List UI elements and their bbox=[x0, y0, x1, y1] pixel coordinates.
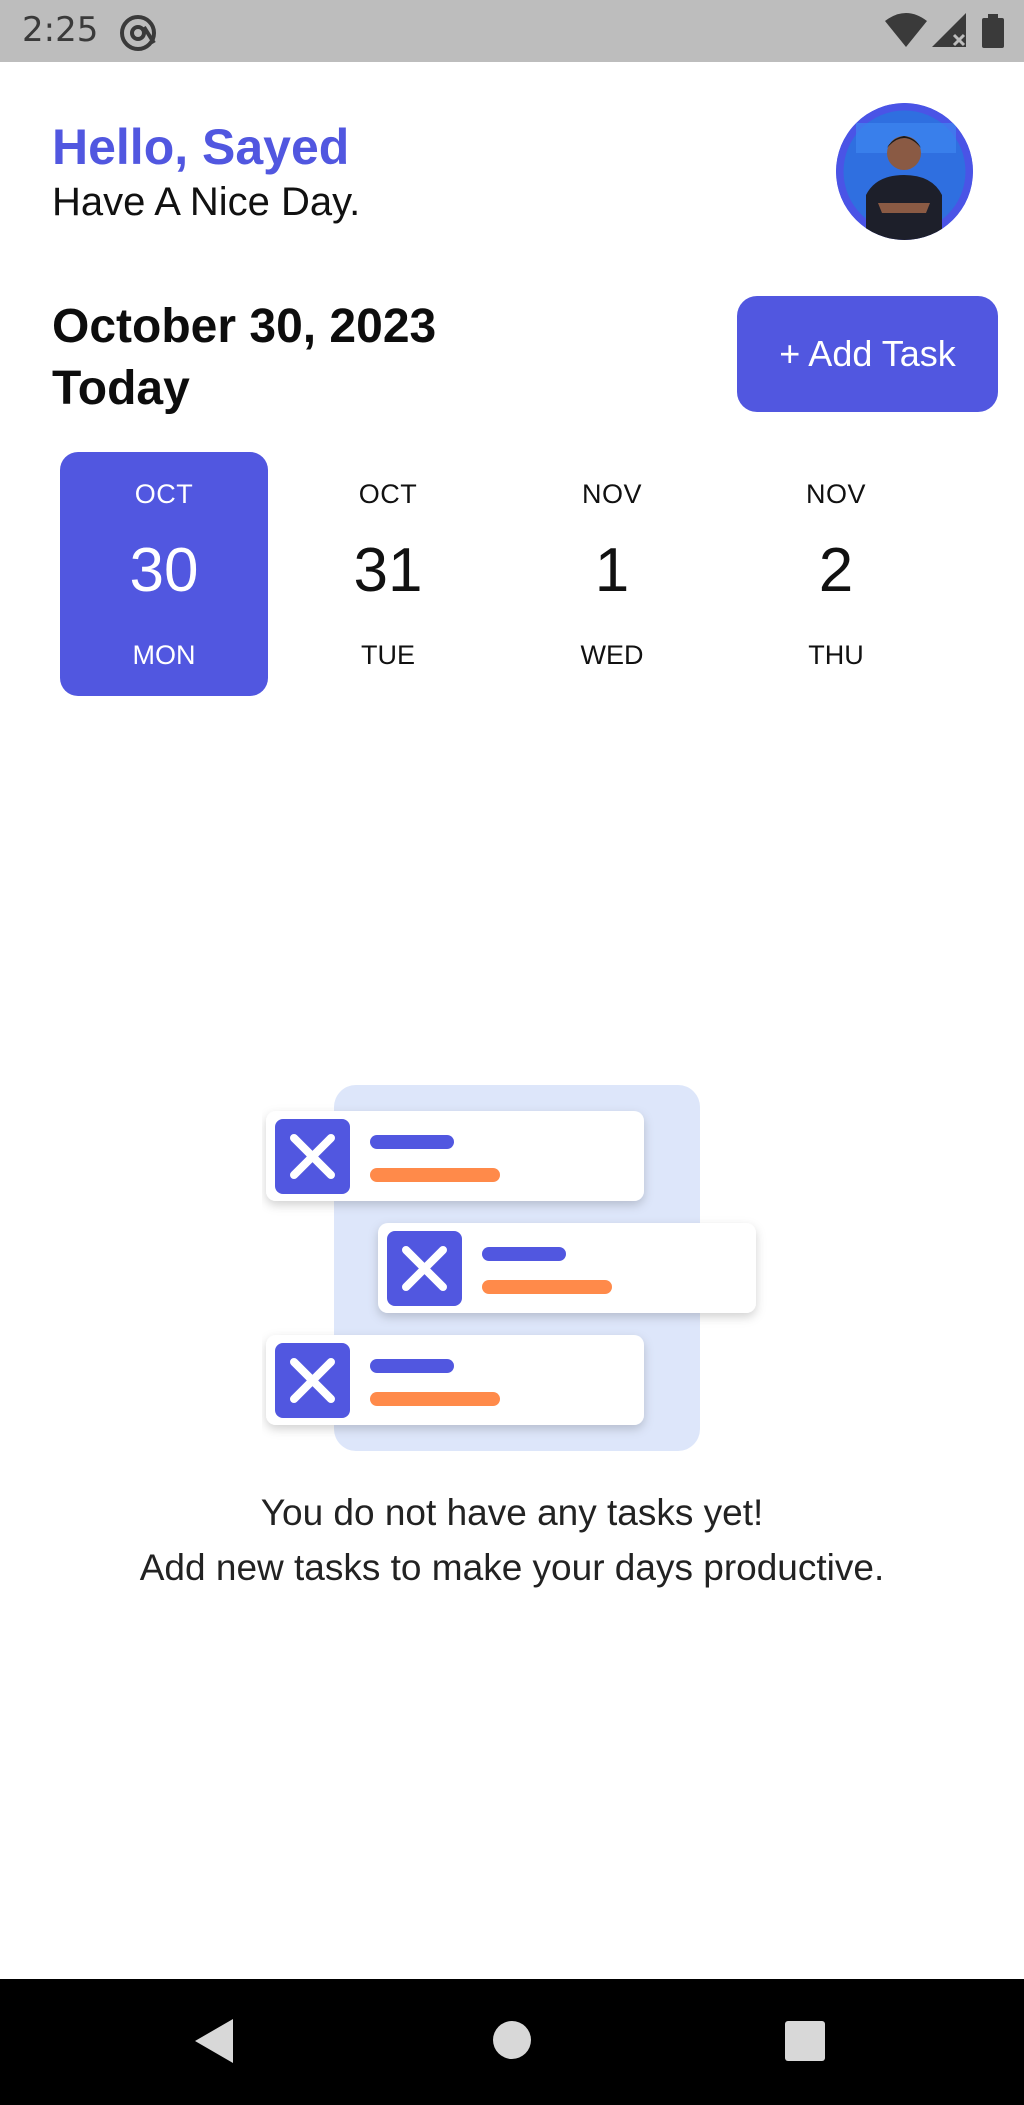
app-screen: 2:25 Hello, Sayed Have A Nice Day. Octob… bbox=[0, 0, 1024, 2105]
recents-icon[interactable] bbox=[785, 2021, 825, 2066]
today-label: Today bbox=[52, 362, 190, 415]
add-task-button[interactable]: + Add Task bbox=[737, 296, 998, 412]
date-month: OCT bbox=[134, 479, 194, 509]
date-weekday: MON bbox=[132, 640, 196, 670]
signal-icon bbox=[932, 13, 968, 54]
date-item-oct-31[interactable]: OCT 31 TUE bbox=[284, 452, 492, 696]
date-day: 1 bbox=[594, 536, 630, 605]
date-day: 2 bbox=[818, 536, 854, 605]
avatar[interactable] bbox=[836, 103, 973, 240]
battery-icon bbox=[982, 14, 1004, 53]
date-picker-strip: OCT 30 MON OCT 31 TUE NOV 1 WED NOV 2 TH… bbox=[60, 452, 960, 696]
date-weekday: WED bbox=[580, 640, 644, 670]
date-day: 30 bbox=[129, 536, 199, 605]
date-month: OCT bbox=[358, 479, 418, 509]
home-icon[interactable] bbox=[492, 2020, 532, 2065]
date-heading: October 30, 2023 Today bbox=[52, 296, 436, 420]
at-sign-icon bbox=[118, 13, 158, 58]
status-bar: 2:25 bbox=[0, 0, 1024, 62]
wifi-icon bbox=[885, 13, 927, 52]
date-month: NOV bbox=[805, 479, 866, 509]
status-time: 2:25 bbox=[22, 10, 99, 50]
date-day: 31 bbox=[353, 536, 423, 605]
empty-state-subtitle: Add new tasks to make your days producti… bbox=[139, 1547, 885, 1588]
greeting-subtitle: Have A Nice Day. bbox=[52, 180, 361, 224]
date-item-oct-30[interactable]: OCT 30 MON bbox=[60, 452, 268, 696]
date-weekday: THU bbox=[808, 640, 864, 670]
date-weekday: TUE bbox=[361, 640, 415, 670]
date-item-nov-2[interactable]: NOV 2 THU bbox=[732, 452, 940, 696]
empty-state-title: You do not have any tasks yet! bbox=[260, 1492, 764, 1533]
current-date: October 30, 2023 bbox=[52, 300, 437, 353]
back-icon[interactable] bbox=[193, 2017, 235, 2070]
date-month: NOV bbox=[581, 479, 642, 509]
system-nav-bar bbox=[0, 1979, 1024, 2105]
empty-tasks-illustration bbox=[262, 1085, 772, 1460]
date-item-nov-1[interactable]: NOV 1 WED bbox=[508, 452, 716, 696]
greeting-title: Hello, Sayed bbox=[52, 119, 350, 175]
